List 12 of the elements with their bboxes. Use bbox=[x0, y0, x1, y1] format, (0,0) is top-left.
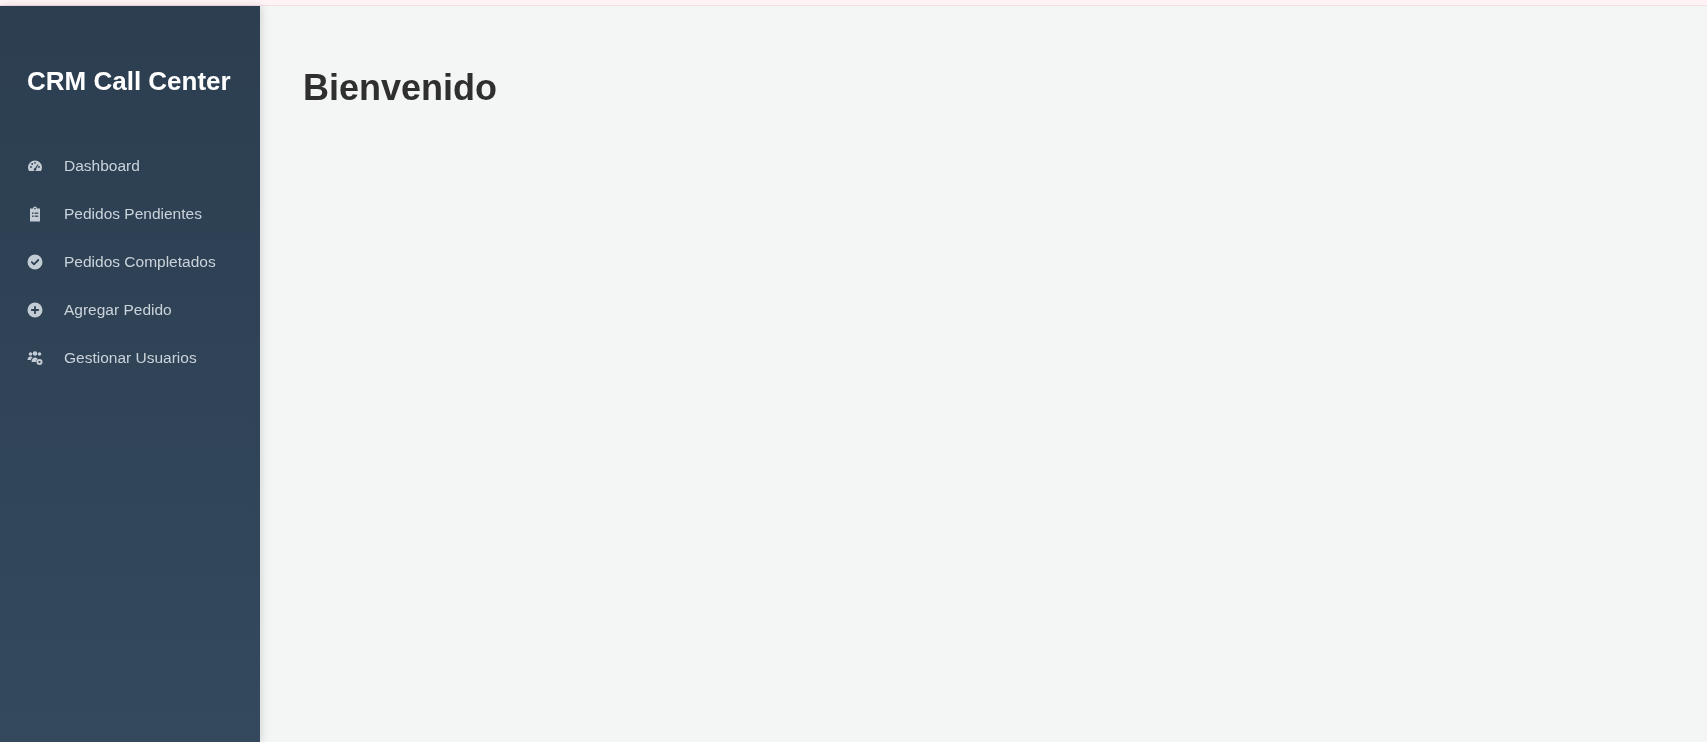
nav-item[interactable]: Agregar Pedido bbox=[0, 286, 260, 334]
nav-item[interactable]: Pedidos Completados bbox=[0, 238, 260, 286]
gauge-icon bbox=[27, 158, 43, 174]
check-circle-icon bbox=[27, 254, 43, 270]
nav-item[interactable]: Dashboard bbox=[0, 142, 260, 190]
nav-item[interactable]: Gestionar Usuarios bbox=[0, 334, 260, 382]
nav-item[interactable]: Pedidos Pendientes bbox=[0, 190, 260, 238]
app-title: CRM Call Center bbox=[27, 66, 231, 96]
users-gear-icon bbox=[27, 350, 43, 366]
plus-circle-icon bbox=[27, 302, 43, 318]
clipboard-icon bbox=[27, 206, 43, 222]
page-heading: Bienvenido bbox=[303, 66, 498, 110]
